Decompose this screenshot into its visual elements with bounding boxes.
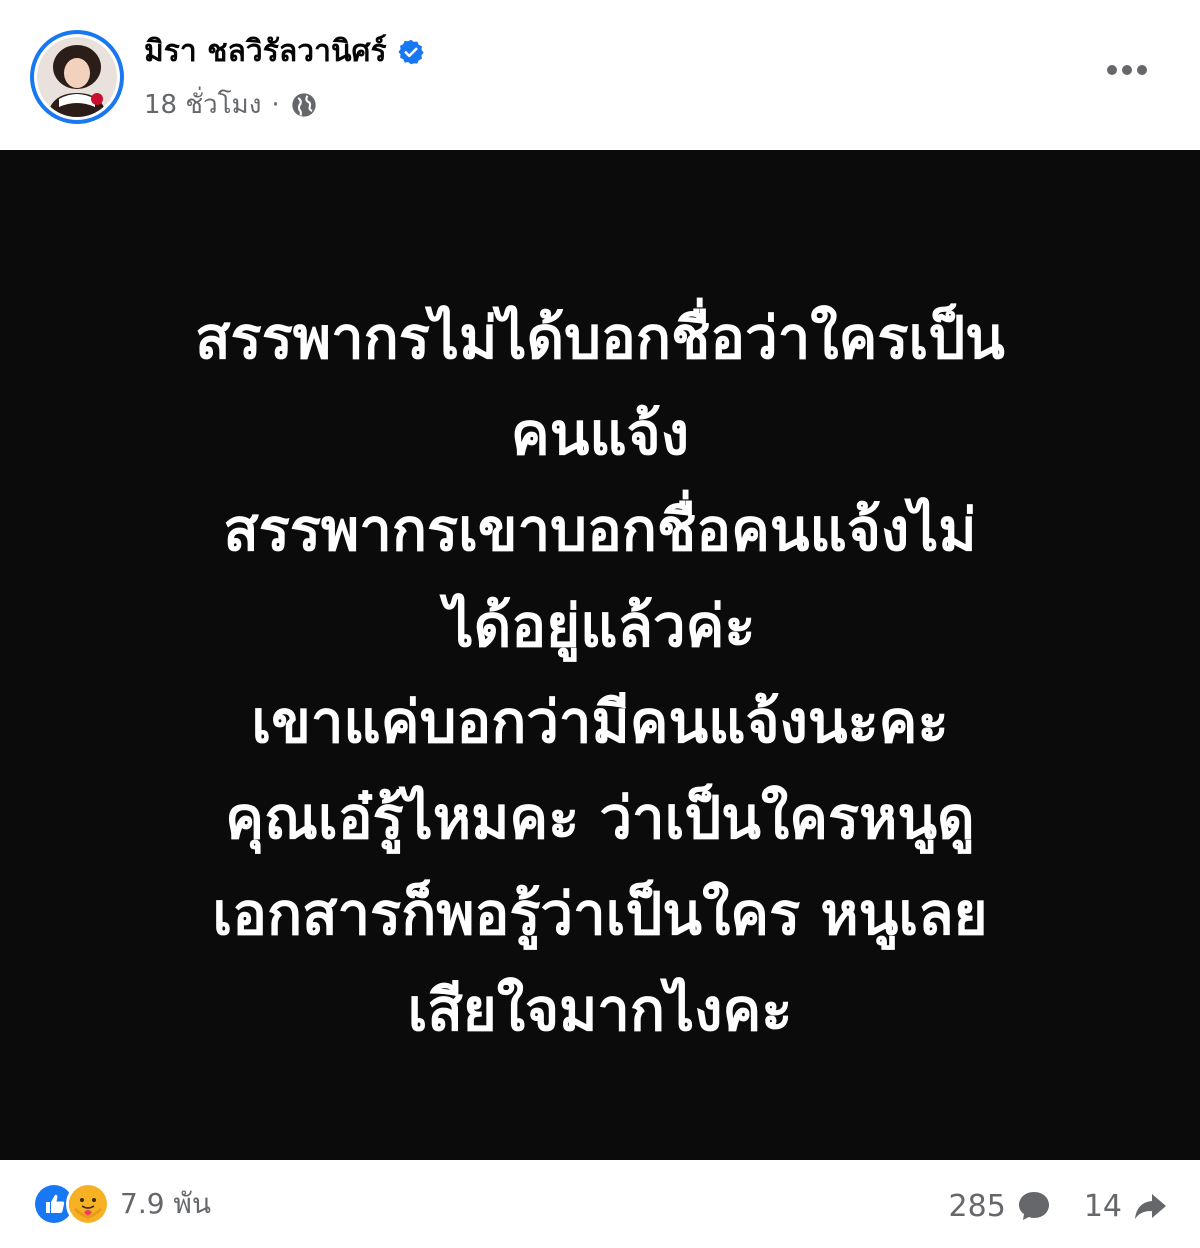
comment-count[interactable]: 285 <box>949 1189 1006 1224</box>
reaction-count[interactable]: 7.9 พัน <box>120 1182 211 1226</box>
post-header: มิรา ชลวิรัลวานิศร์ 18 ชั่วโมง · <box>0 0 1200 150</box>
post-line: สรรพากรไม่ได้บอกชื่อว่าใครเป็น <box>195 304 1005 372</box>
post-line: คุณเอ๋รู้ไหมคะ ว่าเป็นใครหนูดู <box>225 784 975 852</box>
globe-icon[interactable] <box>290 91 318 119</box>
shares-stat[interactable]: 14 <box>1084 1186 1170 1226</box>
avatar[interactable] <box>30 30 124 124</box>
share-icon <box>1135 1194 1166 1219</box>
post-text: สรรพากรไม่ได้บอกชื่อว่าใครเป็น คนแจ้ง สร… <box>0 290 1200 1058</box>
reactions-summary[interactable]: 7.9 พัน <box>32 1182 211 1226</box>
comment-icon <box>1018 1192 1049 1220</box>
post-line: เอกสารก็พอรู้ว่าเป็นใคร หนูเลย <box>212 880 988 948</box>
post-timestamp[interactable]: 18 ชั่วโมง <box>144 84 261 125</box>
profile-photo-icon <box>37 37 117 117</box>
facebook-post: มิรา ชลวิรัลวานิศร์ 18 ชั่วโมง · สรรพากร… <box>0 0 1200 1248</box>
more-options-icon <box>1107 65 1147 75</box>
share-count[interactable]: 14 <box>1084 1189 1122 1224</box>
author-name[interactable]: มิรา ชลวิรัลวานิศร์ <box>144 28 425 75</box>
avatar-image <box>34 34 120 120</box>
post-image[interactable]: สรรพากรไม่ได้บอกชื่อว่าใครเป็น คนแจ้ง สร… <box>0 150 1200 1160</box>
more-options-button[interactable] <box>1100 48 1154 92</box>
post-line: ได้อยู่แล้วค่ะ <box>444 592 756 660</box>
post-line: คนแจ้ง <box>510 400 690 468</box>
post-line: เขาแค่บอกว่ามีคนแจ้งนะคะ <box>251 688 949 756</box>
verified-badge-icon <box>397 38 425 66</box>
comments-stat[interactable]: 285 <box>949 1186 1054 1226</box>
author-name-text[interactable]: มิรา ชลวิรัลวานิศร์ <box>144 28 387 75</box>
engagement-stats: 285 14 <box>919 1186 1170 1226</box>
post-meta: 18 ชั่วโมง · <box>144 84 318 125</box>
post-line: เสียใจมากไงคะ <box>407 976 793 1044</box>
care-icon <box>66 1182 110 1226</box>
post-line: สรรพากรเขาบอกชื่อคนแจ้งไม่ <box>223 496 977 564</box>
post-footer: 7.9 พัน 285 14 <box>0 1160 1200 1248</box>
meta-separator: · <box>271 89 280 120</box>
